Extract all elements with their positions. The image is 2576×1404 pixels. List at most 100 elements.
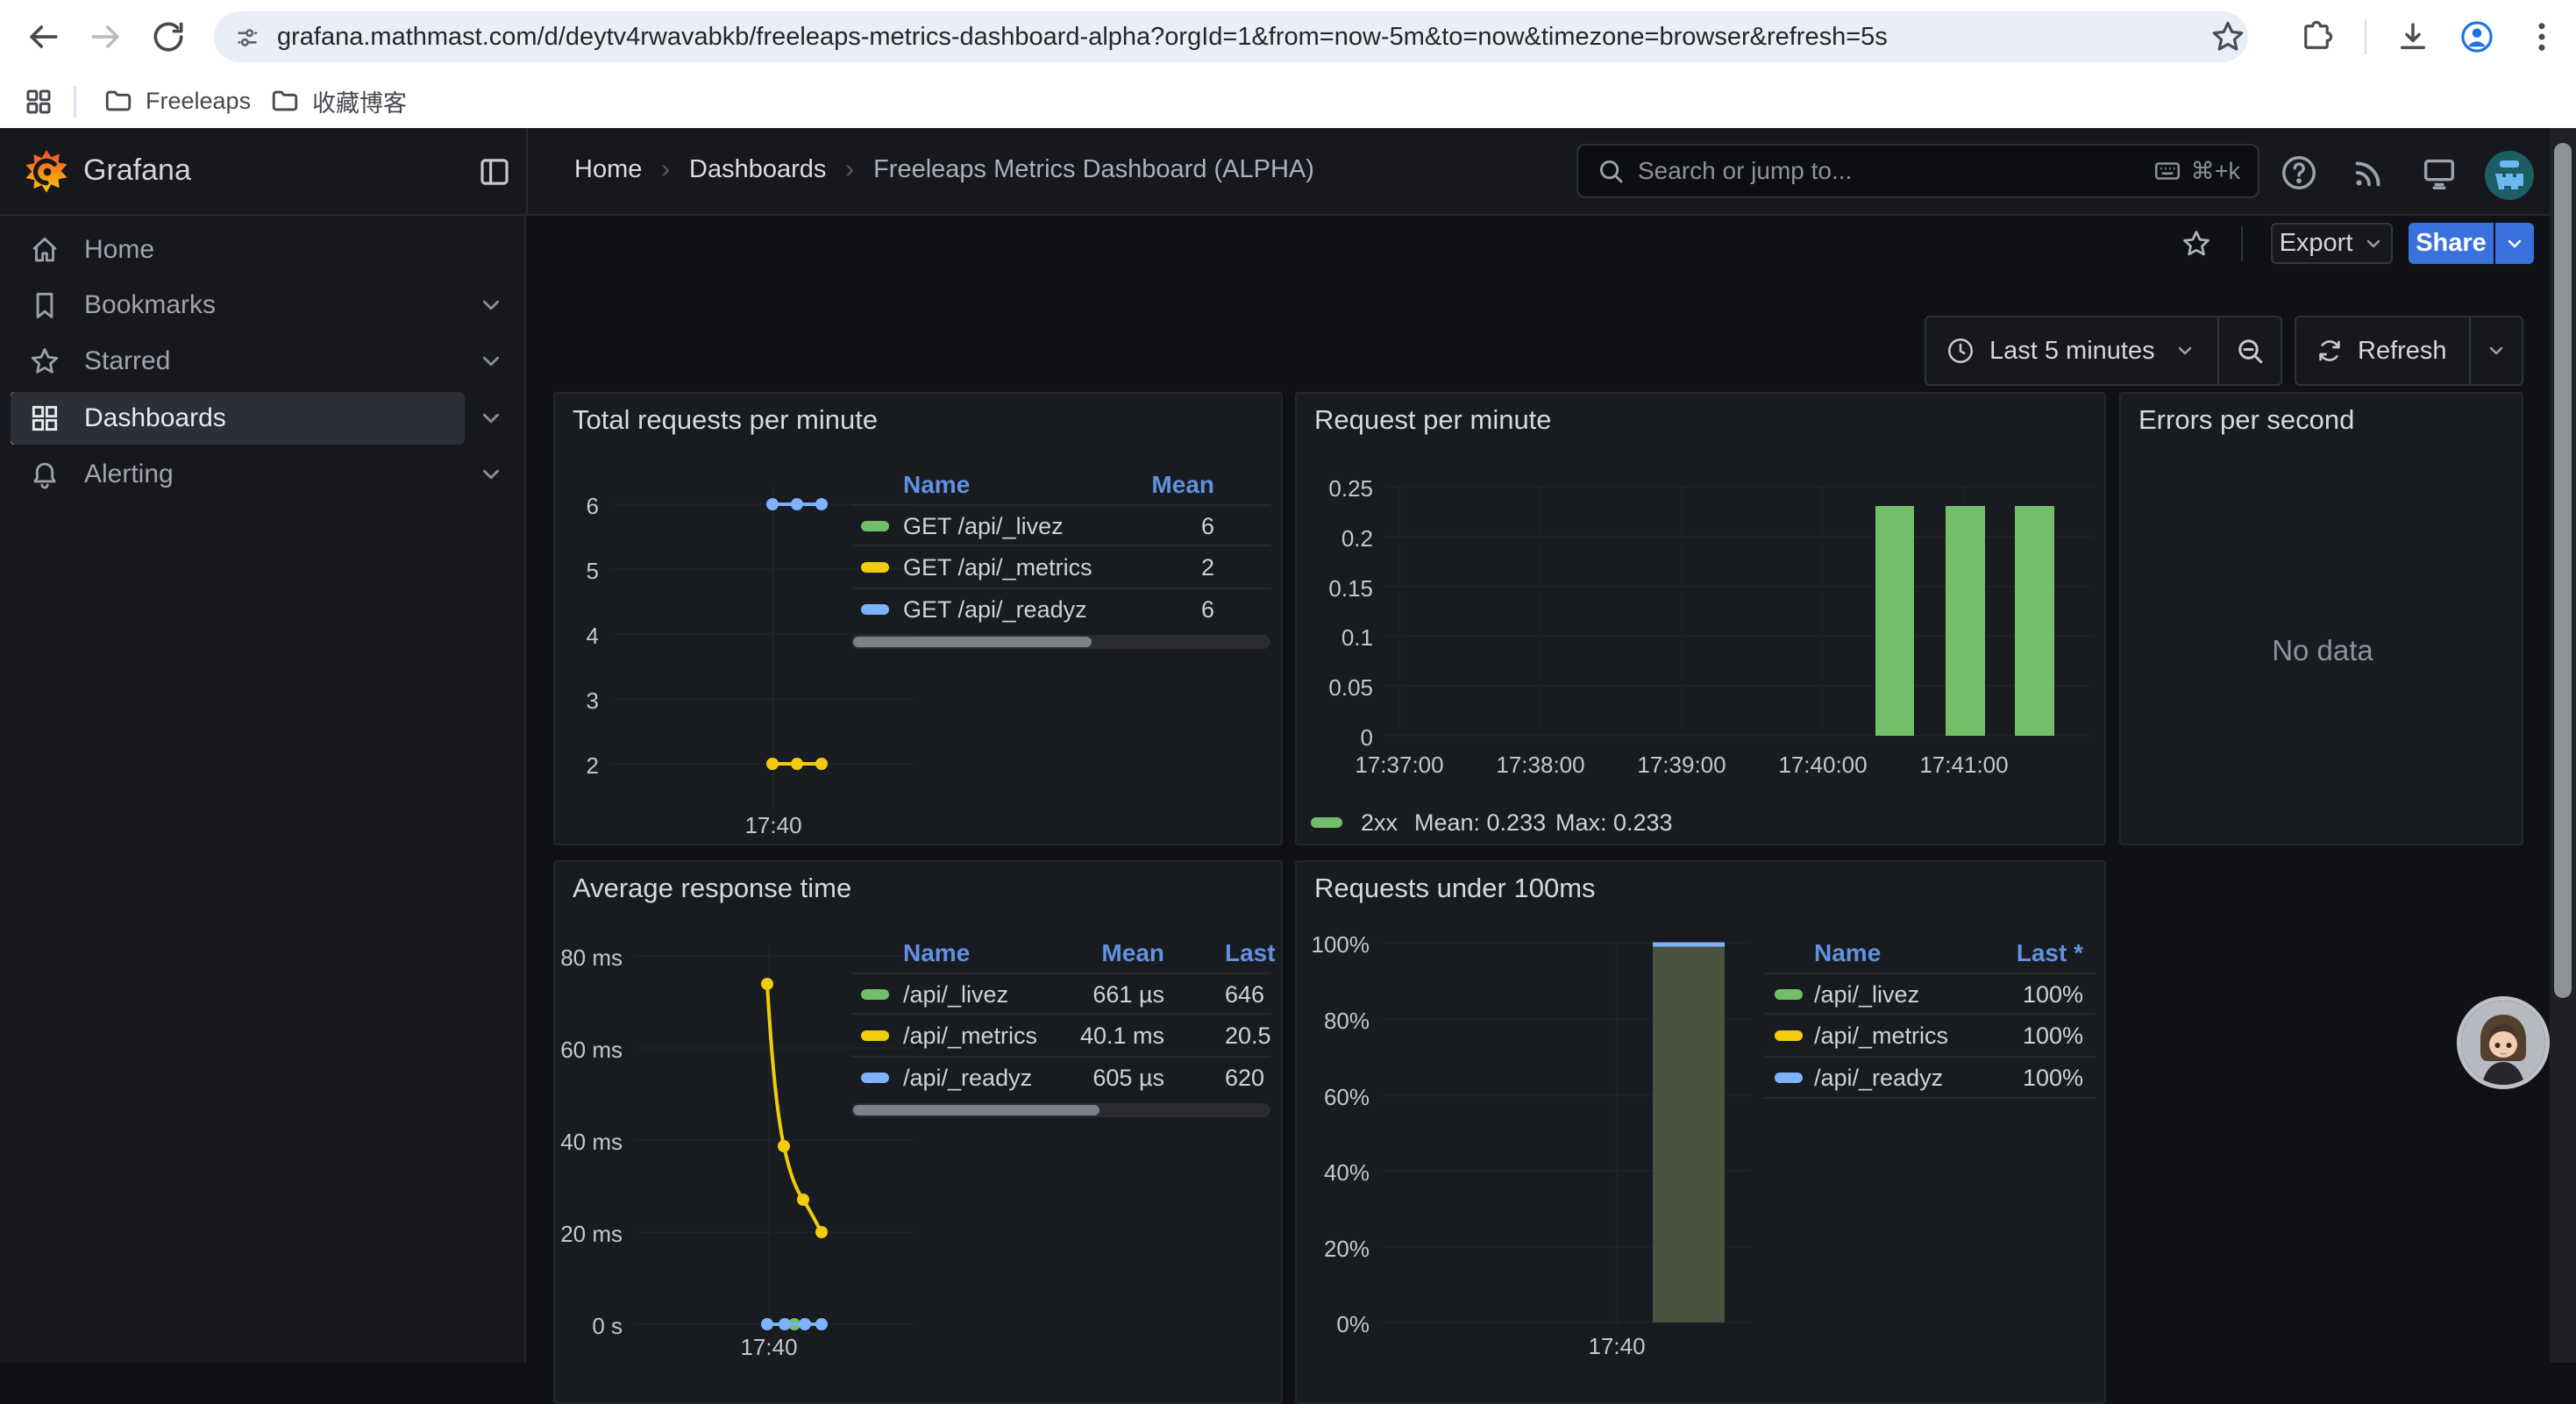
zoom-out-button[interactable] <box>2219 335 2281 367</box>
x-axis-tick: 17:40 <box>740 1334 797 1361</box>
grafana-logo[interactable] <box>21 144 72 200</box>
legend-divider <box>851 588 1270 589</box>
sidebar-item-bookmarks[interactable]: Bookmarks <box>11 279 465 331</box>
dashboards-grid-icon <box>28 402 61 435</box>
under-100ms-chart <box>1297 862 2106 1365</box>
apps-grid-icon[interactable] <box>23 86 54 118</box>
profile-icon[interactable] <box>2459 18 2495 55</box>
legend-series-label[interactable]: 2xx <box>1361 809 1398 837</box>
legend-row-last: 620 <box>1225 1065 1276 1092</box>
bookmark-folder-blogs[interactable]: 收藏博客 <box>270 81 407 121</box>
share-menu-button[interactable] <box>2495 223 2534 264</box>
browser-forward-icon[interactable] <box>87 18 125 56</box>
legend-row-name[interactable]: /api/_metrics <box>903 1023 1037 1050</box>
dock-menu-icon[interactable] <box>476 153 513 190</box>
chevron-down-icon[interactable] <box>478 292 504 318</box>
page-scrollbar[interactable] <box>2550 128 2576 1363</box>
legend-divider <box>1764 1056 2096 1058</box>
series-color-pill[interactable] <box>861 604 889 615</box>
star-icon <box>28 345 61 378</box>
time-range-picker[interactable]: Last 5 minutes <box>1926 336 2217 366</box>
series-color-pill[interactable] <box>861 989 889 1000</box>
url-text[interactable]: grafana.mathmast.com/d/deytv4rwavabkb/fr… <box>277 11 2206 62</box>
x-axis-tick: 17:40 <box>1588 1333 1645 1360</box>
keyboard-icon <box>2153 156 2182 186</box>
legend-row-value: 100% <box>1952 981 2083 1008</box>
y-axis-tick: 3 <box>555 688 599 715</box>
panel-requests-under-100ms[interactable]: Requests under 100ms 100% 80% 60% 40% 20… <box>1295 860 2106 1404</box>
y-axis-tick: 0 s <box>555 1313 623 1340</box>
refresh-button[interactable]: Refresh <box>2296 337 2469 366</box>
chevron-down-icon[interactable] <box>478 348 504 374</box>
monitor-icon[interactable] <box>2419 153 2459 193</box>
series-color-pill[interactable] <box>1775 1030 1803 1041</box>
legend-row-name[interactable]: /api/_livez <box>1814 981 1919 1008</box>
floating-assistant-avatar[interactable] <box>2461 1001 2545 1085</box>
sidebar: Home Bookmarks Starred Dashboards Alerti… <box>0 216 526 1363</box>
news-rss-icon[interactable] <box>2349 153 2389 193</box>
favorite-dashboard-star-icon[interactable] <box>2181 228 2212 260</box>
legend-row-name[interactable]: GET /api/_metrics <box>903 554 1092 581</box>
bookmark-star-icon[interactable] <box>2210 18 2246 55</box>
sidebar-item-dashboards[interactable]: Dashboards <box>11 392 465 445</box>
series-color-pill[interactable] <box>861 562 889 573</box>
panel-title[interactable]: Errors per second <box>2138 404 2354 436</box>
address-bar[interactable]: grafana.mathmast.com/d/deytv4rwavabkb/fr… <box>214 11 2248 62</box>
toolbar-separator <box>2365 19 2366 54</box>
breadcrumb-dashboards[interactable]: Dashboards <box>689 155 826 184</box>
search-icon <box>1596 156 1626 186</box>
panel-request-per-minute[interactable]: Request per minute 0.25 0.2 0.15 0.1 0.0… <box>1295 392 2106 845</box>
refresh-interval-button[interactable] <box>2471 340 2522 361</box>
y-axis-tick: 0.25 <box>1297 475 1373 502</box>
legend-header-last[interactable]: Last * <box>1952 939 2083 967</box>
legend-row-name[interactable]: GET /api/_readyz <box>903 596 1087 624</box>
browser-menu-icon[interactable] <box>2523 18 2560 55</box>
series-color-pill[interactable] <box>1775 989 1803 1000</box>
sidebar-item-home[interactable]: Home <box>11 224 465 276</box>
share-button[interactable]: Share <box>2409 223 2494 264</box>
chevron-down-icon <box>2174 340 2195 361</box>
panel-errors-per-second[interactable]: Errors per second No data <box>2119 392 2523 845</box>
legend-scrollbar[interactable] <box>851 1103 1270 1117</box>
extensions-icon[interactable] <box>2298 18 2335 55</box>
legend-header-mean[interactable]: Mean <box>1083 471 1214 499</box>
chevron-down-icon[interactable] <box>478 461 504 488</box>
download-icon[interactable] <box>2395 18 2431 55</box>
chevron-down-icon[interactable] <box>478 405 504 431</box>
search-input[interactable]: Search or jump to... ⌘+k <box>1576 144 2259 198</box>
help-icon[interactable] <box>2279 153 2319 193</box>
x-axis-tick: 17:38:00 <box>1496 752 1584 779</box>
legend-row-name[interactable]: GET /api/_livez <box>903 513 1064 540</box>
export-button[interactable]: Export <box>2271 223 2393 264</box>
series-color-pill[interactable] <box>861 521 889 531</box>
legend-row-name[interactable]: /api/_readyz <box>903 1065 1032 1092</box>
breadcrumb-home[interactable]: Home <box>574 155 642 184</box>
panel-avg-response-time[interactable]: Average response time 80 ms 60 ms 40 ms … <box>553 860 1283 1404</box>
browser-reload-icon[interactable] <box>149 18 188 56</box>
legend-scrollbar[interactable] <box>851 635 1270 649</box>
legend-header-last[interactable]: Last * <box>1225 939 1276 967</box>
user-avatar[interactable] <box>2485 151 2534 200</box>
sidebar-item-starred[interactable]: Starred <box>11 335 465 388</box>
legend-row-last: 646 <box>1225 981 1276 1008</box>
series-color-pill[interactable] <box>861 1030 889 1041</box>
browser-back-icon[interactable] <box>24 18 62 56</box>
site-settings-tune-icon[interactable] <box>233 24 261 52</box>
bookmark-folder-freeleaps[interactable]: Freeleaps <box>103 81 251 121</box>
legend-divider <box>1764 973 2096 974</box>
legend-header-name[interactable]: Name <box>903 471 970 499</box>
legend-row-name[interactable]: /api/_livez <box>903 981 1008 1008</box>
legend-row-name[interactable]: /api/_readyz <box>1814 1065 1943 1092</box>
panel-total-requests[interactable]: Total requests per minute 6 5 4 3 2 17:4… <box>553 392 1283 845</box>
legend-row-name[interactable]: /api/_metrics <box>1814 1023 1948 1050</box>
series-color-pill[interactable] <box>861 1073 889 1083</box>
legend-header-mean[interactable]: Mean <box>1033 939 1164 967</box>
refresh-icon <box>2316 337 2344 365</box>
series-color-pill[interactable] <box>1311 817 1342 828</box>
sidebar-item-alerting[interactable]: Alerting <box>11 448 465 501</box>
legend-header-name[interactable]: Name <box>903 939 970 967</box>
legend-header-name[interactable]: Name <box>1814 939 1881 967</box>
scrollbar-thumb[interactable] <box>2554 143 2572 998</box>
y-axis-tick: 5 <box>555 558 599 585</box>
series-color-pill[interactable] <box>1775 1073 1803 1083</box>
